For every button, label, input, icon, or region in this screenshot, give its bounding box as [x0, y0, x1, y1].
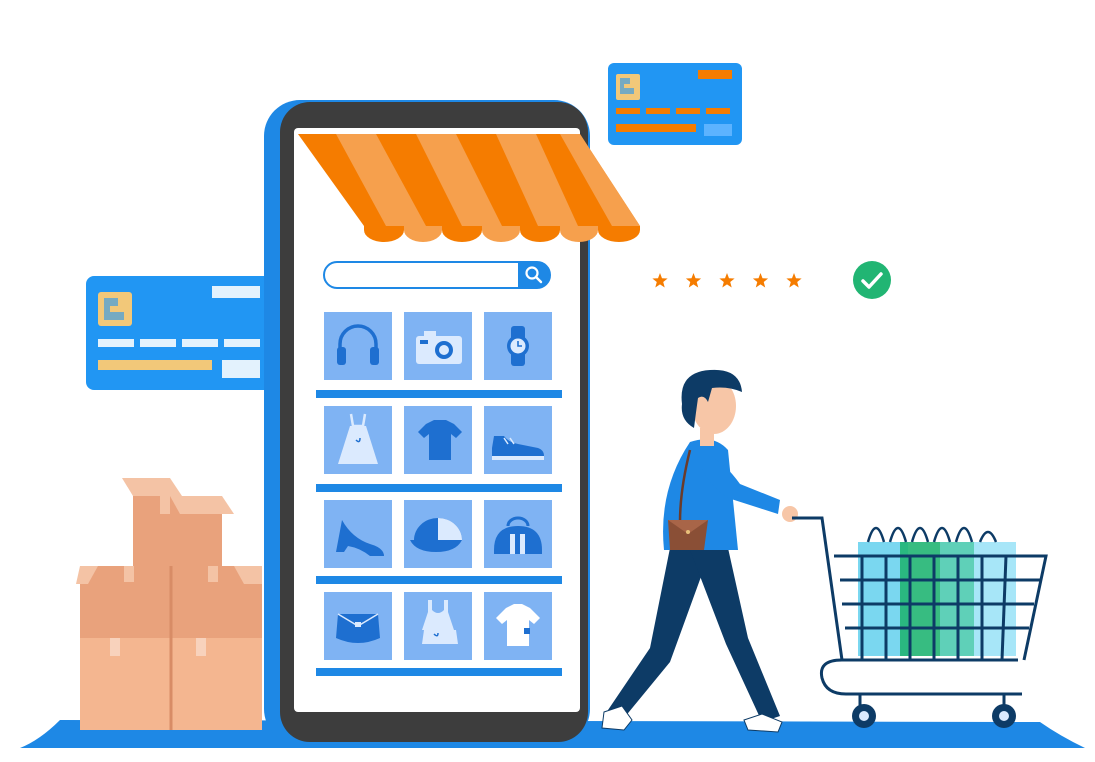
- product-tile[interactable]: [484, 500, 552, 568]
- search-input[interactable]: [323, 261, 551, 289]
- product-tile[interactable]: [484, 312, 552, 380]
- credit-card-left: [86, 276, 286, 390]
- cart-wheel: [992, 704, 1016, 728]
- star-icon: [685, 273, 702, 288]
- product-tile[interactable]: [404, 312, 472, 380]
- product-tile[interactable]: [484, 406, 552, 474]
- cart-wheel: [852, 704, 876, 728]
- product-tile[interactable]: [324, 592, 392, 660]
- product-tile[interactable]: [324, 406, 392, 474]
- star-icon: [786, 273, 802, 288]
- product-tile[interactable]: [404, 406, 472, 474]
- check-badge-icon: [853, 261, 891, 299]
- product-tile[interactable]: [324, 500, 392, 568]
- product-tile[interactable]: [484, 592, 552, 660]
- search-bar[interactable]: [323, 261, 551, 289]
- star-icon: [719, 273, 735, 288]
- product-tile[interactable]: [404, 592, 472, 660]
- shelf: [316, 390, 562, 398]
- star-icon: [752, 273, 769, 288]
- online-shopping-illustration: [20, 63, 1085, 748]
- rating-stars: [652, 273, 802, 288]
- search-button[interactable]: [518, 262, 550, 288]
- shelf: [316, 484, 562, 492]
- shelf: [316, 576, 562, 584]
- shelf: [316, 668, 562, 676]
- star-icon: [652, 273, 668, 288]
- purse-icon: [336, 613, 380, 643]
- product-tile[interactable]: [324, 312, 392, 380]
- shopper-woman: [601, 369, 798, 733]
- shopping-cart: [792, 516, 1048, 728]
- cardboard-boxes: [76, 478, 262, 730]
- credit-card-right: [608, 63, 742, 145]
- product-tile[interactable]: [404, 500, 472, 568]
